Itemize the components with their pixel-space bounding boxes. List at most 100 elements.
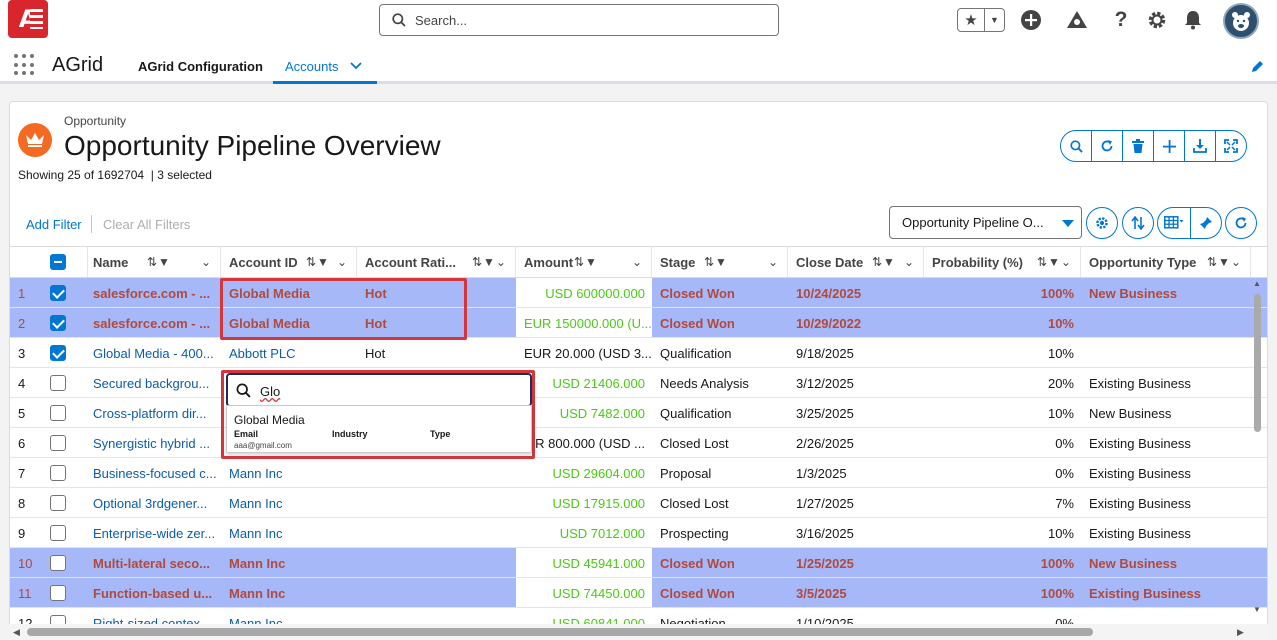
row-checkbox[interactable] — [50, 315, 66, 331]
cell-opportunity-type[interactable]: Existing Business — [1081, 428, 1251, 457]
cell-name[interactable]: salesforce.com - ... — [85, 308, 221, 337]
sort-filter-icon[interactable]: ⇅▼ — [872, 255, 896, 269]
cell-amount[interactable]: USD 17915.000 — [516, 488, 652, 517]
row-checkbox[interactable] — [50, 435, 66, 451]
cell-account-id[interactable]: Mann Inc — [221, 548, 357, 577]
chevron-down-icon[interactable]: ⌄ — [632, 255, 643, 269]
cell-stage[interactable]: Needs Analysis — [652, 368, 788, 397]
cell-probability[interactable]: 10% — [924, 398, 1081, 427]
cell-probability[interactable]: 20% — [924, 368, 1081, 397]
cell-opportunity-type[interactable]: New Business — [1081, 548, 1251, 577]
cell-amount[interactable]: USD 21406.000 — [516, 368, 652, 397]
cell-amount[interactable]: USD 7482.000 — [516, 398, 652, 427]
favorites-button[interactable]: ★ ▼ — [957, 8, 1005, 32]
cell-stage[interactable]: Closed Lost — [652, 428, 788, 457]
row-checkbox[interactable] — [50, 285, 66, 301]
cell-amount[interactable]: UR 800.000 (USD ... — [516, 428, 652, 457]
global-search-input[interactable]: Search... — [379, 4, 779, 36]
cell-close-date[interactable]: 1/27/2025 — [788, 488, 924, 517]
table-row[interactable]: 6 Synergistic hybrid ... UR 800.000 (USD .… — [10, 428, 1267, 458]
edit-nav-pencil-icon[interactable] — [1250, 60, 1264, 74]
cell-probability[interactable]: 10% — [924, 308, 1081, 337]
row-checkbox[interactable] — [50, 495, 66, 511]
row-checkbox[interactable] — [50, 585, 66, 601]
cell-name[interactable]: Function-based u... — [85, 578, 221, 607]
cell-name[interactable]: Multi-lateral seco... — [85, 548, 221, 577]
scroll-down-icon[interactable]: ▼ — [1253, 605, 1261, 614]
vertical-scrollbar[interactable]: ▲ ▼ — [1253, 279, 1261, 627]
cell-opportunity-type[interactable] — [1081, 338, 1251, 367]
cell-close-date[interactable]: 3/5/2025 — [788, 578, 924, 607]
table-settings-button[interactable] — [1157, 207, 1191, 239]
cell-stage[interactable]: Closed Won — [652, 308, 788, 337]
cell-stage[interactable]: Closed Lost — [652, 488, 788, 517]
cell-name[interactable]: Secured backgrou... — [85, 368, 221, 397]
cell-close-date[interactable]: 3/16/2025 — [788, 518, 924, 547]
notifications-bell-icon[interactable] — [1181, 8, 1205, 32]
cell-name[interactable]: Optional 3rdgener... — [85, 488, 221, 517]
cell-name[interactable]: Cross-platform dir... — [85, 398, 221, 427]
row-checkbox[interactable] — [50, 555, 66, 571]
cell-name[interactable]: Business-focused c... — [85, 458, 221, 487]
table-row[interactable]: 10 Multi-lateral seco... Mann Inc USD 45941… — [10, 548, 1267, 578]
cell-amount[interactable]: EUR 150000.000 (U... — [516, 308, 652, 337]
sort-filter-icon[interactable]: ⇅▼ — [704, 255, 728, 269]
cell-opportunity-type[interactable]: Existing Business — [1081, 488, 1251, 517]
column-header-name[interactable]: Name ⇅▼ ⌄ — [85, 247, 221, 277]
lookup-result-option[interactable]: Global Media Email Industry Type aaa@gma… — [227, 406, 531, 452]
trailhead-icon[interactable] — [1065, 8, 1089, 32]
list-view-select[interactable]: Opportunity Pipeline O... — [889, 206, 1082, 239]
cell-account-id[interactable]: Mann Inc — [221, 578, 357, 607]
cell-opportunity-type[interactable]: Existing Business — [1081, 518, 1251, 547]
column-header-account-rating[interactable]: Account Rati... ⇅▼⌄ — [357, 247, 516, 277]
cell-name[interactable]: salesforce.com - ... — [85, 278, 221, 307]
clear-all-filters-link[interactable]: Clear All Filters — [103, 217, 190, 232]
table-row[interactable]: 2 salesforce.com - ... Global Media Hot EUR … — [10, 308, 1267, 338]
cell-stage[interactable]: Qualification — [652, 338, 788, 367]
cell-close-date[interactable]: 1/25/2025 — [788, 548, 924, 577]
scroll-thumb[interactable] — [27, 628, 1093, 636]
cell-amount[interactable]: USD 45941.000 — [516, 548, 652, 577]
delete-button[interactable] — [1122, 130, 1154, 162]
sort-filter-chevron-icon[interactable]: ⇅▼⌄ — [1037, 255, 1072, 269]
table-row[interactable]: 5 Cross-platform dir... USD 7482.000 Qualif… — [10, 398, 1267, 428]
cell-stage[interactable]: Closed Won — [652, 278, 788, 307]
scroll-thumb[interactable] — [1254, 294, 1261, 432]
cell-account-rating[interactable] — [357, 488, 516, 517]
cell-probability[interactable]: 7% — [924, 488, 1081, 517]
setup-gear-icon[interactable] — [1145, 8, 1169, 32]
help-icon[interactable]: ? — [1109, 8, 1133, 32]
nav-tab-accounts[interactable]: Accounts — [273, 42, 377, 84]
cell-account-rating[interactable] — [357, 458, 516, 487]
cell-name[interactable]: Enterprise-wide zer... — [85, 518, 221, 547]
pin-button[interactable] — [1190, 207, 1222, 239]
sort-filter-chevron-icon[interactable]: ⇅▼⌄ — [1207, 255, 1242, 269]
cell-opportunity-type[interactable]: Existing Business — [1081, 578, 1251, 607]
cell-close-date[interactable]: 10/24/2025 — [788, 278, 924, 307]
cell-stage[interactable]: Closed Won — [652, 548, 788, 577]
cell-opportunity-type[interactable]: Existing Business — [1081, 458, 1251, 487]
cell-opportunity-type[interactable]: New Business — [1081, 278, 1251, 307]
chevron-down-icon[interactable]: ⌄ — [201, 255, 212, 269]
table-row[interactable]: 7 Business-focused c... Mann Inc USD 29604.… — [10, 458, 1267, 488]
cell-account-rating[interactable] — [357, 578, 516, 607]
cell-probability[interactable]: 0% — [924, 458, 1081, 487]
column-header-stage[interactable]: Stage ⇅▼ ⌄ — [652, 247, 788, 277]
table-row[interactable]: 3 Global Media - 400... Abbott PLC Hot EUR 2… — [10, 338, 1267, 368]
scroll-left-icon[interactable]: ◀ — [13, 627, 20, 638]
avatar[interactable] — [1223, 3, 1259, 39]
cell-amount[interactable]: USD 7012.000 — [516, 518, 652, 547]
cell-account-rating[interactable]: Hot — [357, 338, 516, 367]
select-all-checkbox[interactable] — [50, 254, 66, 270]
cell-close-date[interactable]: 2/26/2025 — [788, 428, 924, 457]
row-checkbox[interactable] — [50, 525, 66, 541]
cell-stage[interactable]: Closed Won — [652, 578, 788, 607]
row-checkbox[interactable] — [50, 405, 66, 421]
cell-probability[interactable]: 100% — [924, 548, 1081, 577]
cell-close-date[interactable]: 9/18/2025 — [788, 338, 924, 367]
row-checkbox[interactable] — [50, 465, 66, 481]
add-row-button[interactable] — [1153, 130, 1185, 162]
cell-amount[interactable]: USD 74450.000 — [516, 578, 652, 607]
cell-amount[interactable]: USD 600000.000 — [516, 278, 652, 307]
cell-opportunity-type[interactable]: Existing Business — [1081, 368, 1251, 397]
